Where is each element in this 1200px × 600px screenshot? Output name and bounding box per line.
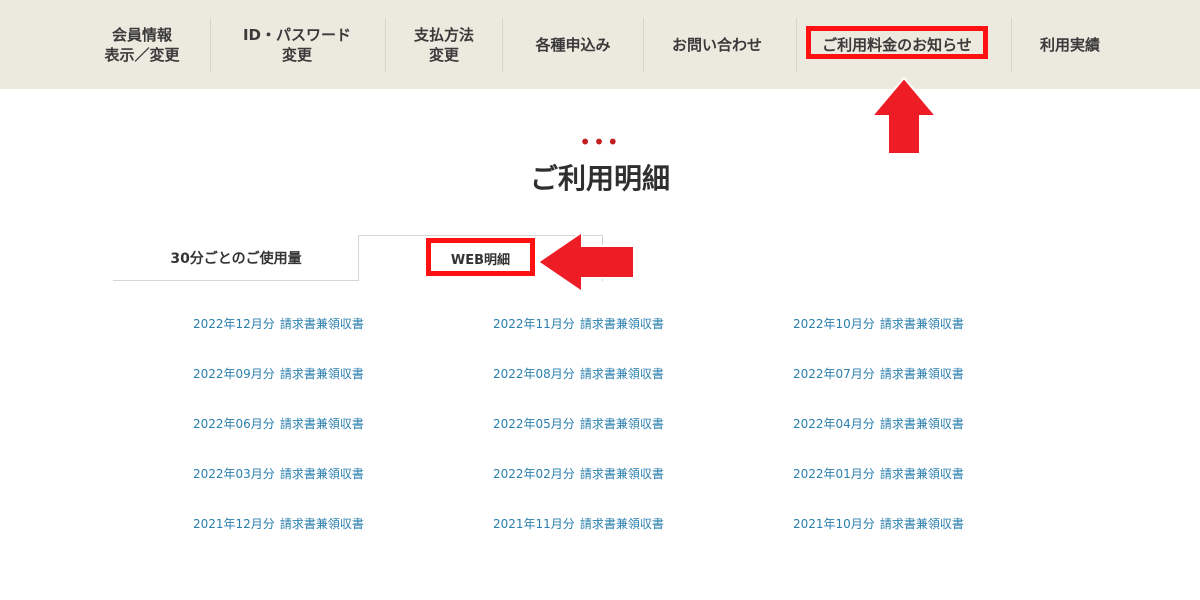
nav-id-password[interactable]: ID・パスワード 変更: [226, 18, 368, 72]
statement-month: 2021年11月分: [493, 517, 575, 531]
statement-month: 2022年11月分: [493, 317, 575, 331]
nav-divider: [796, 18, 797, 72]
statement-link[interactable]: 2021年12月分 請求書兼領収書: [193, 516, 364, 532]
statement-link[interactable]: 2021年10月分 請求書兼領収書: [793, 516, 964, 532]
top-navigation: 会員情報 表示／変更 ID・パスワード 変更 支払方法 変更 各種申込み お問い…: [0, 0, 1200, 89]
annotation-highlight-tab: [426, 238, 535, 276]
decorative-dots: •••: [579, 130, 621, 154]
statement-doc-type: 請求書兼領収書: [579, 467, 664, 481]
statement-link[interactable]: 2022年11月分 請求書兼領収書: [493, 316, 664, 332]
statement-month: 2022年02月分: [493, 467, 575, 481]
statement-link[interactable]: 2022年01月分 請求書兼領収書: [793, 466, 964, 482]
statement-month: 2022年05月分: [493, 417, 575, 431]
statement-doc-type: 請求書兼領収書: [579, 517, 664, 531]
nav-applications[interactable]: 各種申込み: [522, 18, 624, 72]
nav-contact-label: お問い合わせ: [671, 36, 762, 54]
statement-month: 2021年10月分: [793, 517, 875, 531]
statement-month: 2022年06月分: [193, 417, 275, 431]
nav-divider: [210, 18, 211, 72]
statement-month: 2022年01月分: [793, 467, 875, 481]
statement-month: 2022年04月分: [793, 417, 875, 431]
nav-divider: [502, 18, 503, 72]
statement-doc-type: 請求書兼領収書: [579, 317, 664, 331]
nav-payment-method-label: 支払方法 変更: [413, 26, 474, 64]
statement-link[interactable]: 2022年05月分 請求書兼領収書: [493, 416, 664, 432]
nav-divider: [643, 18, 644, 72]
statement-link[interactable]: 2022年04月分 請求書兼領収書: [793, 416, 964, 432]
statement-doc-type: 請求書兼領収書: [279, 517, 364, 531]
nav-divider: [385, 18, 386, 72]
statement-doc-type: 請求書兼領収書: [279, 317, 364, 331]
statement-month: 2022年03月分: [193, 467, 275, 481]
statement-month: 2022年08月分: [493, 367, 575, 381]
statement-doc-type: 請求書兼領収書: [279, 417, 364, 431]
statement-doc-type: 請求書兼領収書: [579, 417, 664, 431]
annotation-left-arrow-icon: [536, 230, 635, 294]
statement-link[interactable]: 2022年12月分 請求書兼領収書: [193, 316, 364, 332]
statement-link[interactable]: 2022年10月分 請求書兼領収書: [793, 316, 964, 332]
tab-underline: [113, 280, 359, 281]
statement-doc-type: 請求書兼領収書: [879, 467, 964, 481]
statement-doc-type: 請求書兼領収書: [879, 417, 964, 431]
annotation-highlight-nav: [806, 26, 988, 59]
statement-month: 2021年12月分: [193, 517, 275, 531]
page-title: ご利用明細: [529, 162, 670, 195]
nav-payment-method[interactable]: 支払方法 変更: [404, 18, 484, 72]
nav-member-info[interactable]: 会員情報 表示／変更: [96, 18, 188, 72]
statement-link[interactable]: 2022年07月分 請求書兼領収書: [793, 366, 964, 382]
statement-link[interactable]: 2022年02月分 請求書兼領収書: [493, 466, 664, 482]
tab-30min-usage-label: 30分ごとのご使用量: [170, 250, 302, 267]
statement-link[interactable]: 2022年06月分 請求書兼領収書: [193, 416, 364, 432]
nav-applications-label: 各種申込み: [535, 36, 611, 54]
statement-doc-type: 請求書兼領収書: [279, 367, 364, 381]
statement-doc-type: 請求書兼領収書: [279, 467, 364, 481]
statement-link[interactable]: 2022年09月分 請求書兼領収書: [193, 366, 364, 382]
statement-link[interactable]: 2022年08月分 請求書兼領収書: [493, 366, 664, 382]
nav-id-password-label: ID・パスワード 変更: [242, 26, 352, 64]
statement-month: 2022年12月分: [193, 317, 275, 331]
statement-doc-type: 請求書兼領収書: [879, 517, 964, 531]
nav-divider: [1011, 18, 1012, 72]
statement-link[interactable]: 2022年03月分 請求書兼領収書: [193, 466, 364, 482]
statement-doc-type: 請求書兼領収書: [879, 317, 964, 331]
nav-usage-record-label: 利用実績: [1039, 36, 1100, 54]
tab-30min-usage[interactable]: 30分ごとのご使用量: [113, 235, 359, 280]
nav-member-info-label: 会員情報 表示／変更: [104, 26, 180, 64]
statement-doc-type: 請求書兼領収書: [579, 367, 664, 381]
statement-month: 2022年10月分: [793, 317, 875, 331]
statement-doc-type: 請求書兼領収書: [879, 367, 964, 381]
statement-link[interactable]: 2021年11月分 請求書兼領収書: [493, 516, 664, 532]
statement-month: 2022年07月分: [793, 367, 875, 381]
nav-usage-record[interactable]: 利用実績: [1030, 18, 1110, 72]
statement-month: 2022年09月分: [193, 367, 275, 381]
nav-contact[interactable]: お問い合わせ: [661, 18, 773, 72]
